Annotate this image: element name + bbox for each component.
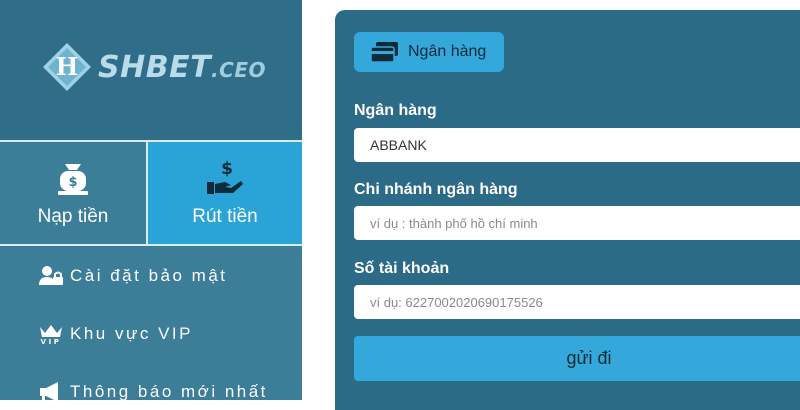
menu-item-label: Cài đặt bảo mật [70,266,228,285]
submit-button[interactable]: gửi đi [354,336,800,381]
svg-text:VIP: VIP [41,338,62,345]
logo[interactable]: SHBET.CEO [98,50,266,85]
account-number-input[interactable]: ví dụ: 6227002020690175526 [354,285,800,319]
submit-label: gửi đi [566,348,612,368]
menu-item-notifications[interactable]: Thông báo mới nhất [38,377,268,407]
bank-field-label: Ngân hàng [354,102,437,119]
deposit-label: Nạp tiền [37,206,109,227]
svg-text:$: $ [221,159,233,179]
logo-letter: H [56,52,79,81]
logo-diamond-icon: H [43,43,91,91]
money-bag-icon: $ [58,164,88,195]
withdraw-form-panel: Ngân hàng Ngân hàng ABBANK Chi nhánh ngâ… [335,10,800,410]
brand-suffix: .CEO [211,58,266,82]
brand-name: SHBET [98,50,212,85]
svg-text:$: $ [68,175,77,190]
menu-item-label: Thông báo mới nhất [70,382,268,401]
tab-bank[interactable]: Ngân hàng [354,32,504,72]
user-lock-icon [39,266,63,285]
bank-card-icon [370,42,398,63]
withdraw-button[interactable]: $ Rút tiền [148,142,302,244]
account-field-label: Số tài khoản [354,260,450,277]
menu-item-security[interactable]: Cài đặt bảo mật [38,261,228,291]
bank-select-value: ABBANK [370,137,427,153]
logo-area: H SHBET.CEO [0,0,302,140]
menu-item-vip[interactable]: VIP Khu vực VIP [38,319,193,349]
sidebar: H SHBET.CEO $ Nạp tiền $ Rút tiền Cài đặ… [0,0,302,402]
account-placeholder: ví dụ: 6227002020690175526 [370,294,543,310]
vip-crown-icon: VIP [40,325,62,345]
bank-select[interactable]: ABBANK [354,128,800,162]
hand-dollar-icon: $ [207,159,243,194]
menu-item-label: Khu vực VIP [70,324,193,343]
withdraw-label: Rút tiền [192,206,258,227]
branch-input[interactable]: ví dụ : thành phố hồ chí minh [354,206,800,240]
wallet-actions: $ Nạp tiền $ Rút tiền [0,140,302,246]
branch-placeholder: ví dụ : thành phố hồ chí minh [370,215,538,231]
branch-field-label: Chi nhánh ngân hàng [354,181,518,198]
deposit-button[interactable]: $ Nạp tiền [0,142,148,244]
tab-bank-label: Ngân hàng [408,43,487,60]
